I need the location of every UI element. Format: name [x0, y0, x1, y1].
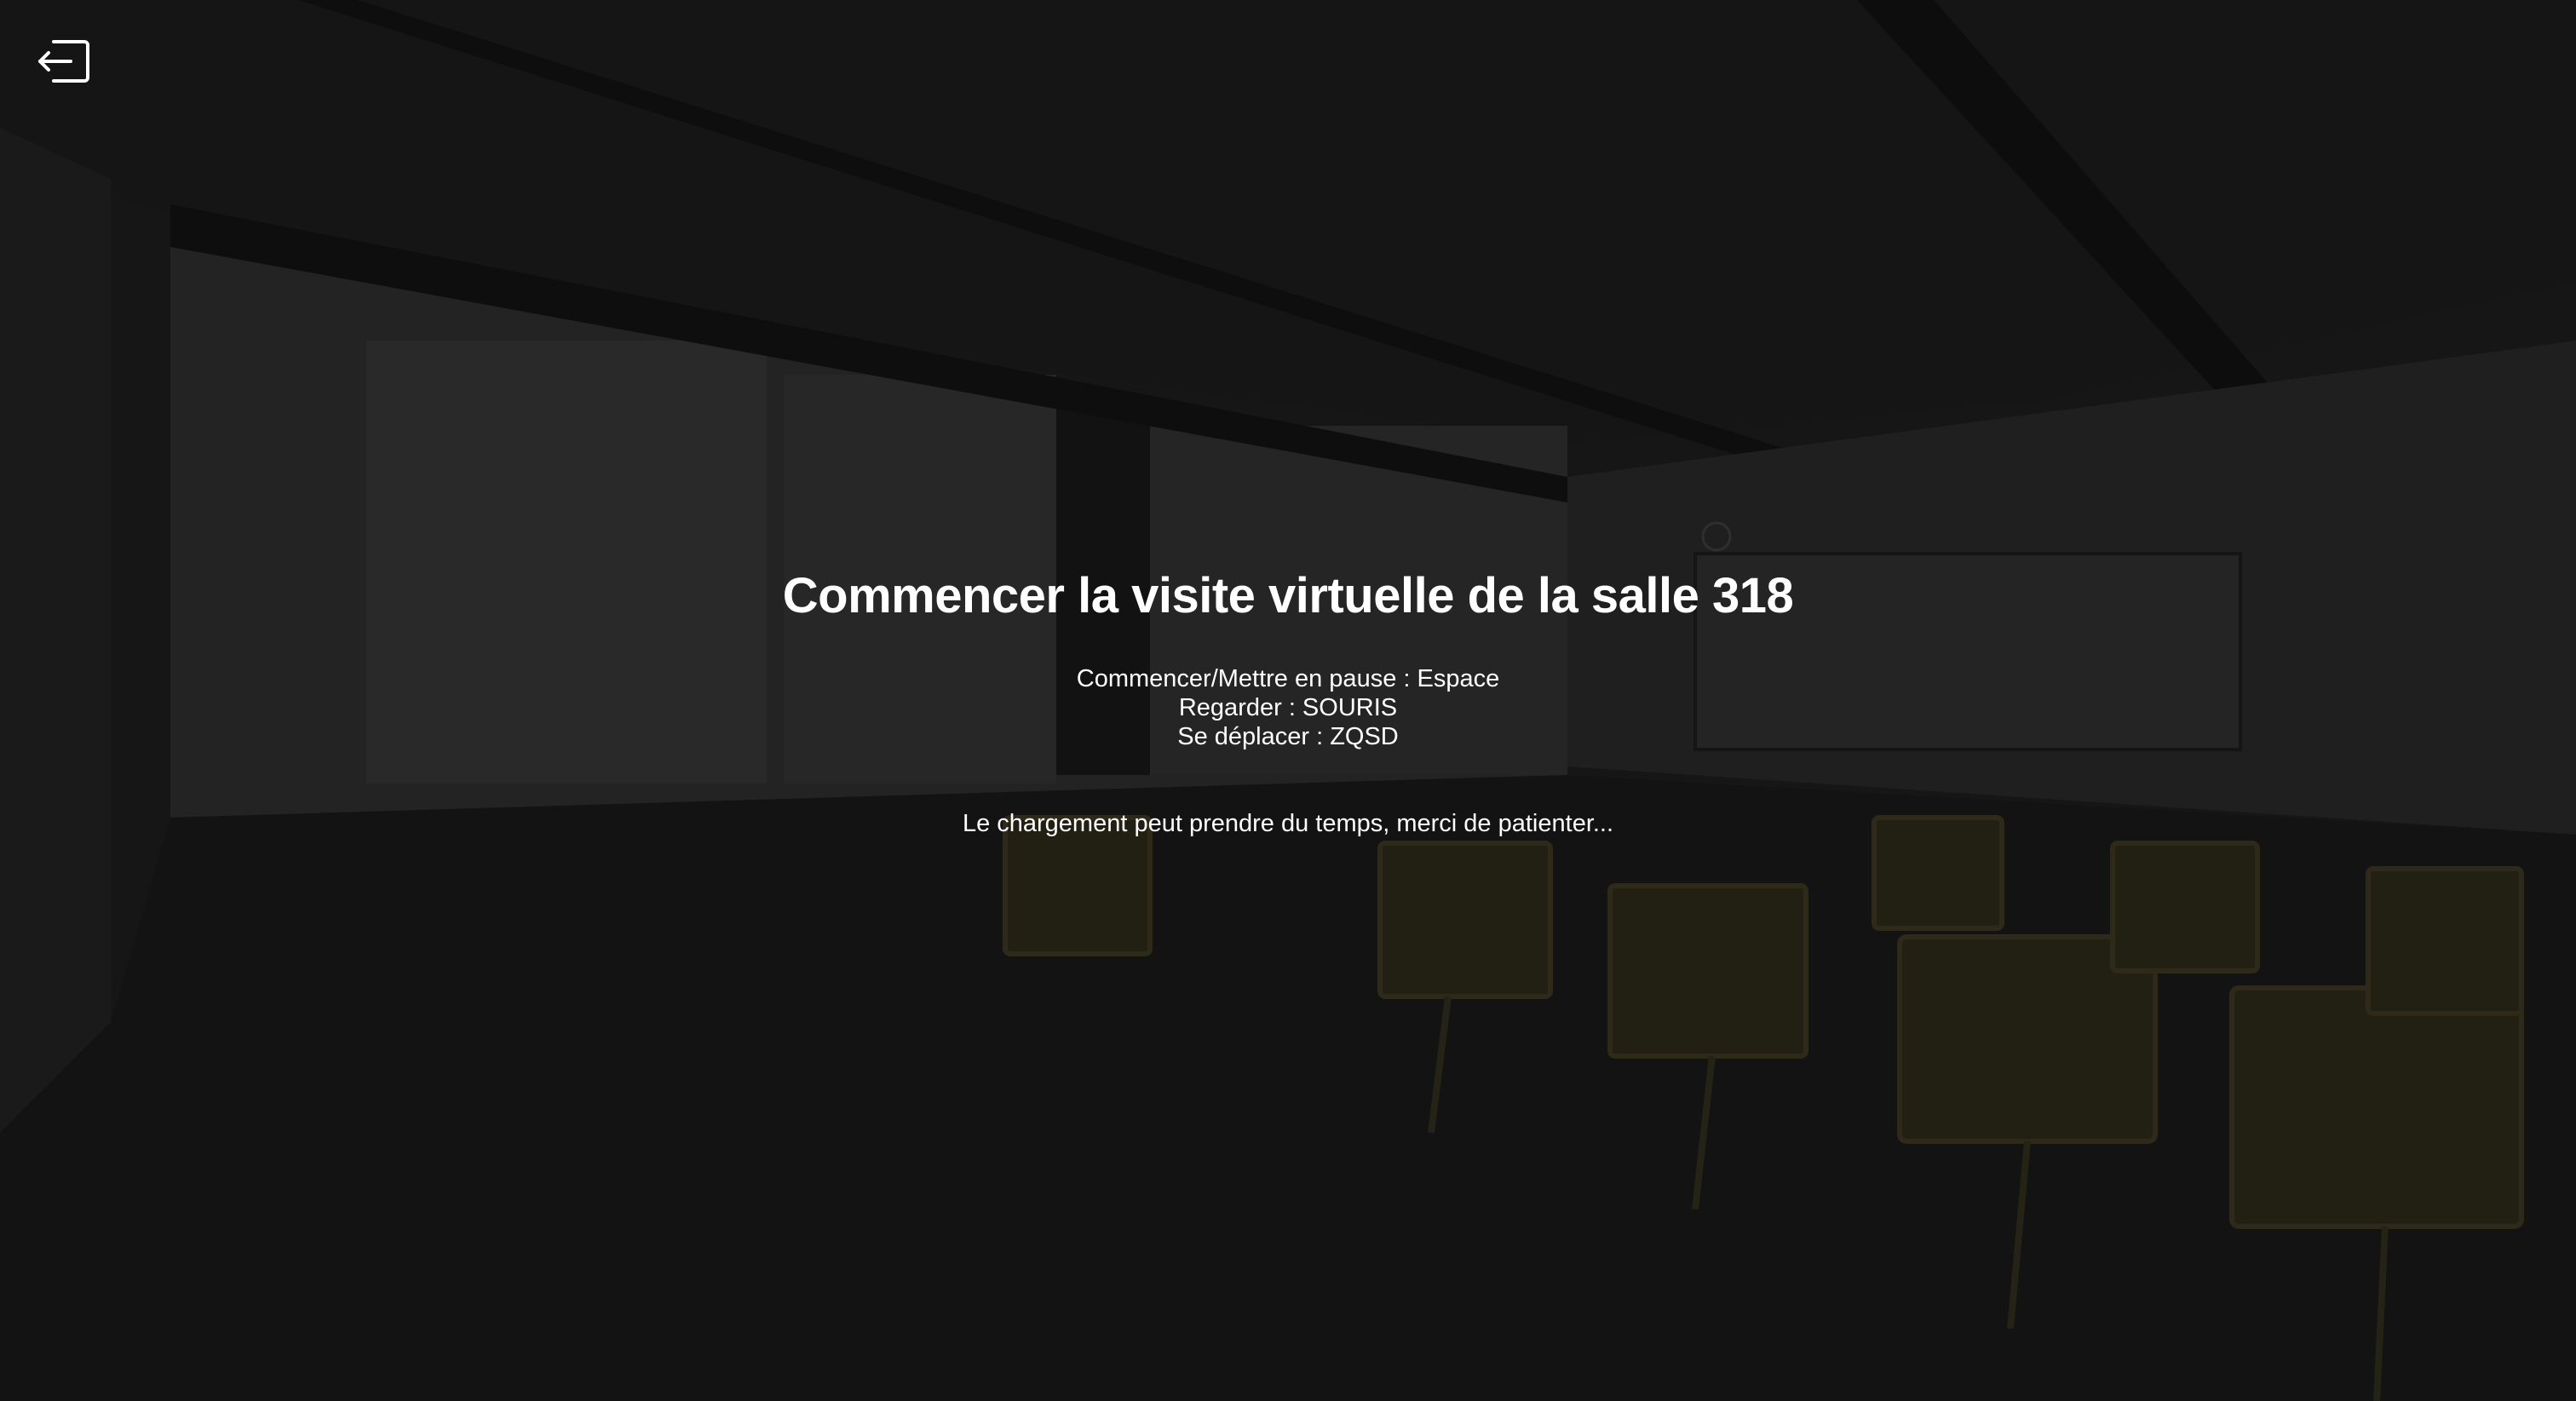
exit-icon: [38, 40, 89, 83]
control-look: Regarder : SOURIS: [1178, 694, 1398, 721]
control-move: Se déplacer : ZQSD: [1177, 723, 1399, 750]
control-start-pause: Commencer/Mettre en pause : Espace: [1076, 665, 1500, 692]
loading-message: Le chargement peut prendre du temps, mer…: [962, 810, 1614, 837]
controls-instructions: Commencer/Mettre en pause : Espace Regar…: [0, 664, 2576, 751]
exit-button[interactable]: [32, 34, 94, 89]
start-overlay[interactable]: Commencer la visite virtuelle de la sall…: [0, 562, 2576, 838]
page-title: Commencer la visite virtuelle de la sall…: [782, 568, 1794, 623]
